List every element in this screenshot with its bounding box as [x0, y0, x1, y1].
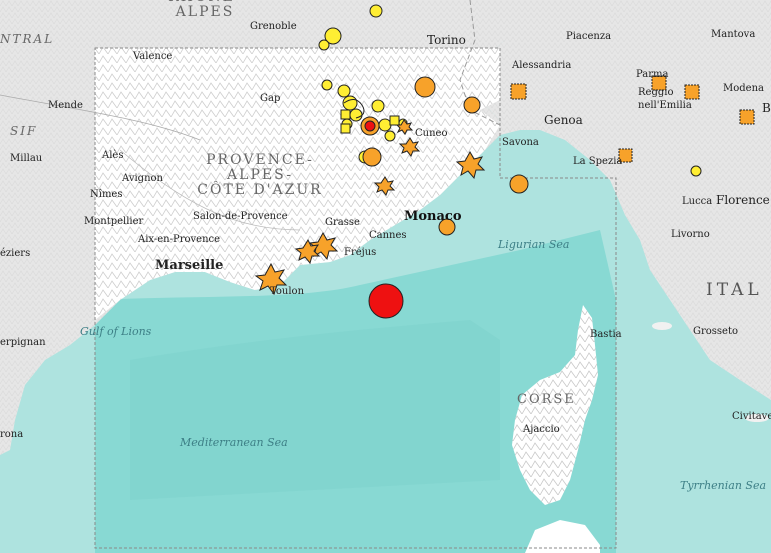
- quake-marker-square[interactable]: [340, 123, 351, 134]
- quake-marker[interactable]: [414, 76, 436, 98]
- label-bastia: Bastia: [590, 329, 622, 340]
- label-frejus: Fréjus: [344, 247, 377, 258]
- quake-marker[interactable]: [349, 108, 363, 122]
- label-civitavecchia: Civitave: [732, 411, 771, 422]
- label-florence: Florence: [716, 193, 770, 207]
- label-alessandria: Alessandria: [512, 60, 572, 71]
- label-nimes: Nîmes: [90, 189, 123, 200]
- label-modena: Modena: [723, 83, 764, 94]
- quake-marker[interactable]: [318, 39, 330, 51]
- quake-marker[interactable]: [362, 147, 382, 167]
- label-gulf-of-lions: Gulf of Lions: [80, 325, 152, 338]
- label-corse: CORSE: [517, 392, 576, 407]
- label-livorno: Livorno: [671, 229, 710, 240]
- label-la-spezia: La Spezia: [573, 156, 623, 167]
- label-ligurian-sea: Ligurian Sea: [498, 238, 570, 251]
- quake-marker[interactable]: [384, 130, 396, 142]
- map-canvas: [0, 0, 771, 553]
- label-mediterranean-sea: Mediterranean Sea: [180, 436, 288, 449]
- label-rhone-alpes: RHÔNE- ALPES: [168, 0, 240, 20]
- quake-marker[interactable]: [690, 165, 702, 177]
- label-grenoble: Grenoble: [250, 21, 297, 32]
- label-marseille: Marseille: [155, 258, 224, 273]
- label-reggio: Reggio nell'Emilia: [638, 87, 692, 111]
- quake-marker[interactable]: [342, 95, 358, 111]
- label-savona: Savona: [502, 137, 539, 148]
- label-mende: Mende: [48, 100, 83, 111]
- quake-marker[interactable]: [509, 174, 529, 194]
- label-grasse: Grasse: [325, 217, 360, 228]
- label-mantova: Mantova: [711, 29, 756, 40]
- quake-marker-square[interactable]: [340, 109, 351, 120]
- quake-marker[interactable]: [371, 99, 385, 113]
- quake-marker[interactable]: [378, 118, 392, 132]
- label-valence: Valence: [133, 51, 173, 62]
- label-montpellier: Montpellier: [84, 216, 144, 227]
- label-toulon: Toulon: [270, 286, 305, 297]
- quake-marker-square[interactable]: [510, 83, 527, 100]
- label-italia: ITAL: [706, 280, 763, 300]
- label-b: B: [762, 101, 771, 115]
- label-gap: Gap: [260, 93, 281, 104]
- label-ales: Alès: [102, 150, 124, 161]
- map-view[interactable]: RHÔNE- ALPES NTRAL SIF PROVENCE- ALPES- …: [0, 0, 771, 553]
- label-salon: Salon-de-Provence: [193, 211, 288, 222]
- label-massif: SIF: [10, 124, 38, 138]
- quake-marker-major[interactable]: [368, 283, 404, 319]
- island-elba: [652, 322, 672, 330]
- quake-marker-square[interactable]: [739, 109, 755, 125]
- label-piacenza: Piacenza: [566, 31, 612, 42]
- quake-marker[interactable]: [463, 96, 481, 114]
- label-rona: rona: [0, 429, 24, 440]
- label-cannes: Cannes: [369, 230, 407, 241]
- label-central: NTRAL: [0, 32, 55, 46]
- label-ajaccio: Ajaccio: [523, 424, 560, 435]
- quake-marker[interactable]: [337, 84, 351, 98]
- label-aix: Aix-en-Provence: [138, 234, 221, 245]
- label-genoa: Genoa: [544, 113, 583, 127]
- label-monaco: Monaco: [404, 209, 462, 224]
- label-torino: Torino: [427, 33, 466, 47]
- quake-marker[interactable]: [321, 79, 333, 91]
- label-beziers: éziers: [0, 248, 31, 259]
- quake-marker[interactable]: [369, 4, 383, 18]
- label-parma: Parma: [636, 69, 669, 80]
- quake-marker[interactable]: [364, 120, 376, 132]
- label-tyrrhenian-sea: Tyrrhenian Sea: [680, 479, 767, 492]
- label-provence: PROVENCE- ALPES- CÔTE D'AZUR: [197, 152, 323, 198]
- label-avignon: Avignon: [122, 173, 163, 184]
- label-millau: Millau: [10, 153, 43, 164]
- label-lucca: Lucca: [682, 196, 713, 207]
- label-cuneo: Cuneo: [415, 128, 448, 139]
- quake-marker-square[interactable]: [389, 115, 400, 126]
- label-grosseto: Grosseto: [693, 326, 739, 337]
- label-perpignan: erpignan: [0, 337, 46, 348]
